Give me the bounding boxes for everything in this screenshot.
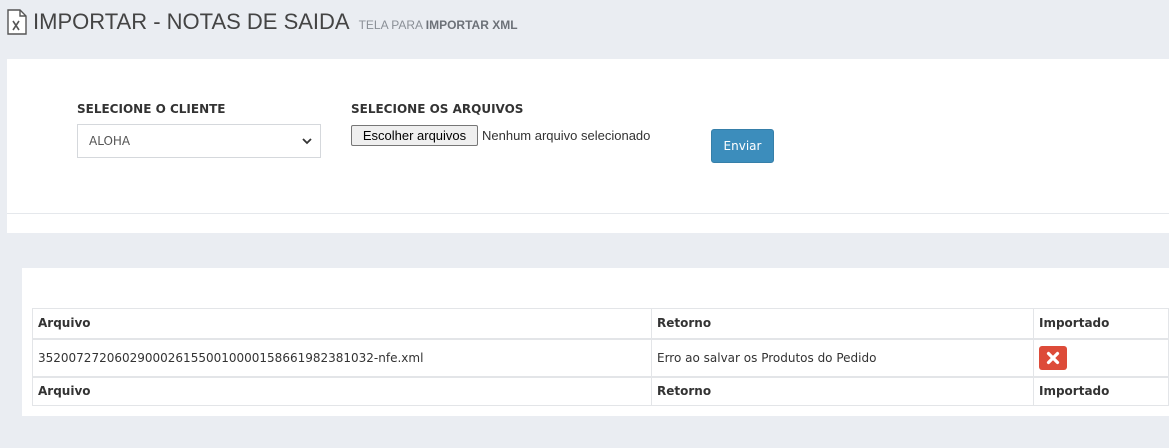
xml-file-icon [7,9,27,35]
results-panel: Arquivo Retorno Importado 35200727206029… [22,268,1169,416]
header-arquivo: Arquivo [32,308,652,340]
cell-arquivo: 3520072720602900026155001000015866198238… [32,338,652,377]
cell-importado [1033,338,1169,377]
send-button[interactable]: Enviar [711,129,774,163]
error-x-icon [1039,345,1067,370]
header-importado: Importado [1033,308,1169,340]
chevron-down-icon [302,138,312,145]
client-label: SELECIONE O CLIENTE [77,102,226,116]
page-subtitle: TELA PARA IMPORTAR XML [359,18,518,32]
table-row: 3520072720602900026155001000015866198238… [32,338,1169,377]
table-footer-row: Arquivo Retorno Importado [32,375,1169,406]
page-title: IMPORTAR - NOTAS DE SAIDA [33,9,350,34]
results-table: Arquivo Retorno Importado 35200727206029… [32,308,1169,406]
page-header: IMPORTAR - NOTAS DE SAIDA TELA PARA IMPO… [6,7,518,37]
header-retorno: Retorno [651,308,1034,340]
cell-retorno: Erro ao salvar os Produtos do Pedido [651,338,1034,377]
footer-retorno: Retorno [651,375,1034,406]
subtitle-strong: IMPORTAR XML [425,18,518,32]
client-select-value: ALOHA [89,134,131,148]
files-label: SELECIONE OS ARQUIVOS [351,102,524,116]
footer-importado: Importado [1033,375,1169,406]
table-header-row: Arquivo Retorno Importado [32,308,1169,340]
client-select[interactable]: ALOHA [77,124,321,158]
file-status-text: Nenhum arquivo selecionado [482,128,651,143]
footer-arquivo: Arquivo [32,375,652,406]
choose-files-button[interactable]: Escolher arquivos [351,125,478,146]
panel-divider [7,213,1169,214]
subtitle-prefix: TELA PARA [358,18,423,32]
import-form-panel: SELECIONE O CLIENTE ALOHA SELECIONE OS A… [7,59,1169,233]
